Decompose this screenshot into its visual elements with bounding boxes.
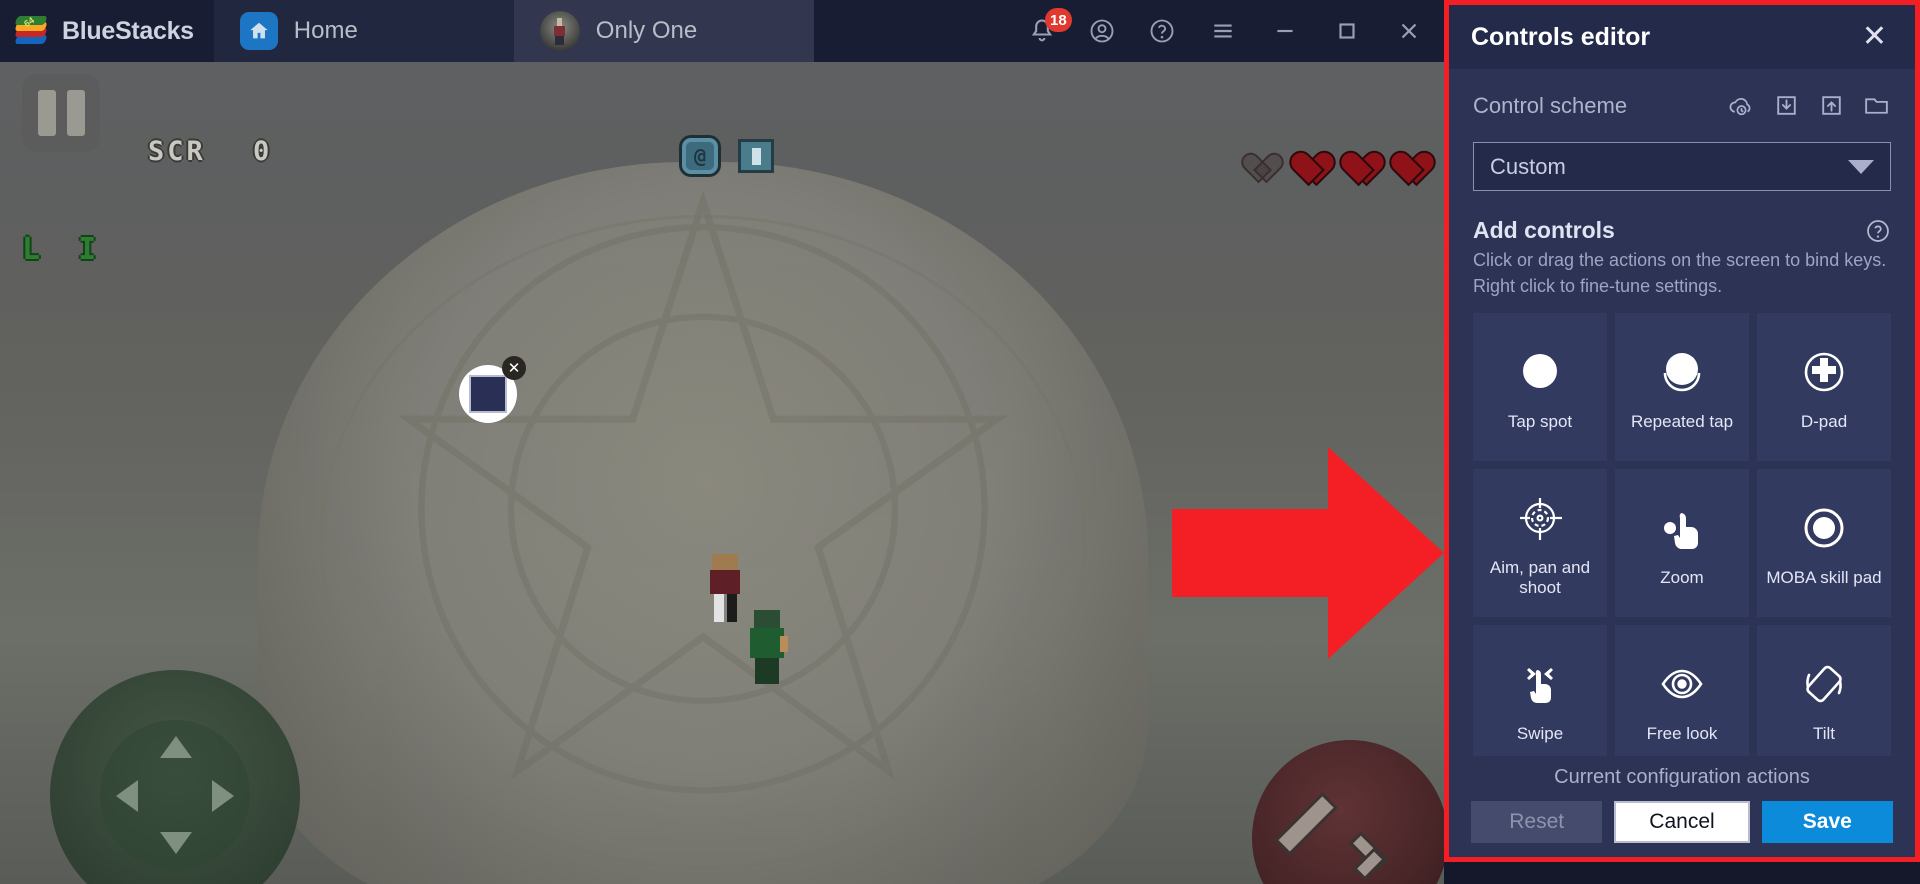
close-button[interactable] <box>1378 0 1440 62</box>
control-tile-tap-spot[interactable]: Tap spot <box>1473 313 1607 462</box>
tab-only-one[interactable]: Only One <box>513 0 814 62</box>
tab-only-one-label: Only One <box>595 17 698 44</box>
control-tile-label: Zoom <box>1660 568 1704 587</box>
brand-logo-area: 64 BlueStacks <box>0 0 214 62</box>
control-tile-label: Tap spot <box>1507 412 1573 431</box>
control-tile-d-pad[interactable]: D-pad <box>1757 313 1891 462</box>
crosshair-icon <box>1513 488 1567 550</box>
score-label: SCR <box>148 136 206 167</box>
free-look-eye-icon <box>1655 654 1709 716</box>
heart-full <box>1384 136 1422 170</box>
folder-icon[interactable] <box>1862 91 1891 120</box>
add-controls-title: Add controls <box>1473 217 1615 244</box>
import-icon[interactable] <box>1772 91 1801 120</box>
tap-spot-key-box <box>469 375 507 413</box>
panel-header: Controls editor ✕ <box>1449 5 1915 69</box>
control-tile-tilt[interactable]: Tilt <box>1757 625 1891 756</box>
brand-name: BlueStacks <box>62 16 194 45</box>
player-character <box>708 554 742 624</box>
gem-icon: @ <box>682 138 718 174</box>
control-tile-aim-pan-shoot[interactable]: Aim, pan and shoot <box>1473 469 1607 618</box>
titlebar-actions: 18 <box>1012 0 1444 62</box>
control-tile-label: Swipe <box>1516 724 1564 743</box>
control-tile-swipe[interactable]: Swipe <box>1473 625 1607 756</box>
joystick-right-arrow <box>212 780 234 812</box>
add-controls-description: Click or drag the actions on the screen … <box>1473 250 1887 296</box>
hamburger-menu-button[interactable] <box>1192 0 1254 62</box>
arena-star-pattern <box>397 190 1009 794</box>
reset-button[interactable]: Reset <box>1471 801 1603 843</box>
bluestacks-window: 64 BlueStacks Home Only One 18 SCR 0 L I… <box>0 0 1920 884</box>
control-scheme-label: Control scheme <box>1473 92 1628 118</box>
item-slot-icon <box>738 139 774 173</box>
moba-skill-pad-icon <box>1797 498 1851 560</box>
maximize-button[interactable] <box>1316 0 1378 62</box>
notifications-button[interactable]: 18 <box>1012 0 1072 62</box>
export-icon[interactable] <box>1817 91 1846 120</box>
control-tile-repeated-tap[interactable]: Repeated tap <box>1615 313 1749 462</box>
pinch-zoom-icon <box>1655 498 1709 560</box>
tilt-icon <box>1797 654 1851 716</box>
save-button[interactable]: Save <box>1761 801 1893 843</box>
tap-spot-icon <box>1513 342 1567 404</box>
joystick-up-arrow <box>160 736 192 758</box>
control-scheme-dropdown[interactable]: Custom <box>1473 142 1891 192</box>
sword-attack-button[interactable] <box>1252 740 1444 884</box>
control-scheme-selected-value: Custom <box>1490 153 1566 179</box>
control-tile-label: Repeated tap <box>1630 412 1734 431</box>
control-tile-zoom[interactable]: Zoom <box>1615 469 1749 618</box>
lives-label: L I <box>22 232 107 267</box>
minimize-button[interactable] <box>1254 0 1316 62</box>
heart-full <box>1334 136 1372 170</box>
help-circle-icon[interactable] <box>1865 218 1891 244</box>
tab-home[interactable]: Home <box>213 0 514 62</box>
home-icon <box>239 12 278 50</box>
score-value: 0 <box>253 136 273 167</box>
help-button[interactable] <box>1132 0 1192 62</box>
health-hearts <box>1234 136 1422 170</box>
control-tile-label: Tilt <box>1812 724 1836 743</box>
sword-icon <box>1278 790 1398 884</box>
game-viewport[interactable]: SCR 0 L I @ ✕ <box>0 62 1444 884</box>
controls-editor-panel: Controls editor ✕ Control scheme Custom … <box>1444 0 1920 862</box>
control-tile-label: MOBA skill pad <box>1766 568 1882 587</box>
annotation-arrow-icon <box>1172 447 1444 659</box>
chevron-down-icon <box>1848 159 1874 174</box>
title-bar: 64 BlueStacks Home Only One 18 <box>0 0 1444 62</box>
control-tile-free-look[interactable]: Free look <box>1615 625 1749 756</box>
account-button[interactable] <box>1072 0 1132 62</box>
cancel-button[interactable]: Cancel <box>1614 801 1750 843</box>
tab-home-label: Home <box>293 17 358 44</box>
cloud-sync-icon[interactable] <box>1727 91 1756 120</box>
tap-spot-control-marker[interactable]: ✕ <box>459 356 526 423</box>
panel-title: Controls editor <box>1471 22 1651 51</box>
heart-empty <box>1234 136 1272 170</box>
hud-center-items: @ <box>682 138 774 174</box>
add-controls-section: Add controls Click or drag the actions o… <box>1449 191 1915 299</box>
control-tile-label: Free look <box>1646 724 1718 743</box>
panel-close-icon[interactable]: ✕ <box>1856 18 1893 56</box>
control-scheme-actions <box>1727 91 1891 120</box>
bluestacks-logo-icon: 64 <box>14 15 50 46</box>
game-avatar <box>539 11 580 51</box>
footer-title: Current configuration actions <box>1554 766 1810 788</box>
d-pad-icon <box>1797 342 1851 404</box>
repeated-tap-icon <box>1655 342 1709 404</box>
controls-tile-grid: Tap spot Repeated tap D-pad Aim, pan and… <box>1473 313 1891 756</box>
notification-count-badge: 18 <box>1045 8 1072 32</box>
panel-footer: Current configuration actions Reset Canc… <box>1449 756 1915 857</box>
pause-button[interactable] <box>22 74 100 152</box>
swipe-icon <box>1513 654 1567 716</box>
heart-full <box>1284 136 1322 170</box>
enemy-character <box>748 610 788 684</box>
arena-platform <box>258 162 1148 884</box>
control-tile-label: Aim, pan and shoot <box>1489 557 1591 598</box>
control-tile-label: D-pad <box>1800 412 1848 431</box>
joystick-down-arrow <box>160 832 192 854</box>
joystick-left-arrow <box>116 780 138 812</box>
control-tile-moba-skill-pad[interactable]: MOBA skill pad <box>1757 469 1891 618</box>
control-scheme-row: Control scheme <box>1449 69 1915 124</box>
remove-control-icon[interactable]: ✕ <box>502 356 526 380</box>
